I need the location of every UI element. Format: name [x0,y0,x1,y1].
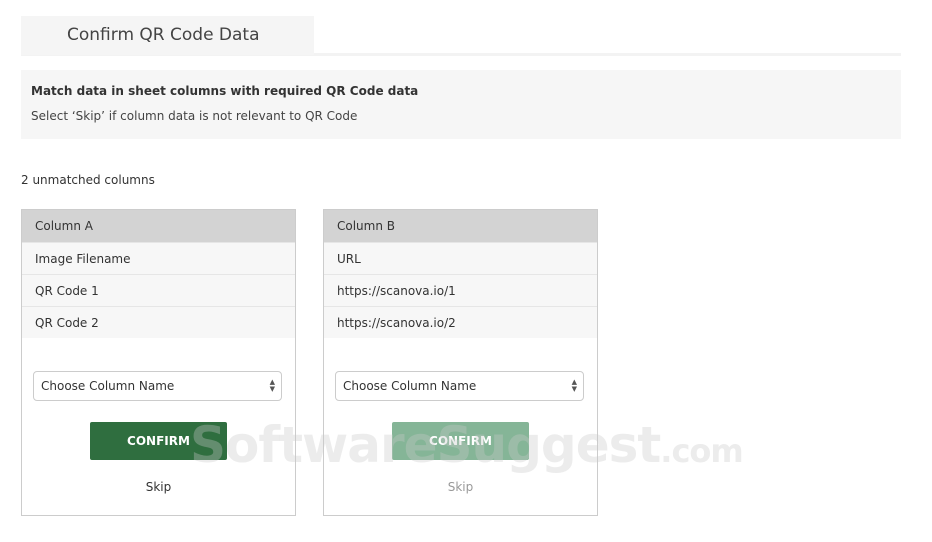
choose-column-select[interactable]: Choose Column Name ▲ ▼ [335,371,584,401]
watermark-suffix: .com [660,432,743,470]
column-row: URL [324,242,597,274]
select-arrows-icon: ▲ ▼ [571,378,577,393]
select-value: Choose Column Name [41,379,175,393]
info-heading: Match data in sheet columns with require… [31,84,419,98]
column-header: Column A [22,210,295,242]
unmatched-count: 2 unmatched columns [21,173,155,187]
tab-confirm-qr-code-data[interactable]: Confirm QR Code Data [21,16,314,55]
skip-link[interactable]: Skip [22,480,295,494]
column-card-b: Column B URL https://scanova.io/1 https:… [323,209,598,516]
tab-bar: Confirm QR Code Data [21,16,901,56]
info-subtext: Select ‘Skip’ if column data is not rele… [31,109,358,123]
column-row: QR Code 1 [22,274,295,306]
confirm-button[interactable]: CONFIRM [90,422,227,460]
select-arrows-icon: ▲ ▼ [269,378,275,393]
column-row: https://scanova.io/2 [324,306,597,338]
column-row: QR Code 2 [22,306,295,338]
choose-column-select[interactable]: Choose Column Name ▲ ▼ [33,371,282,401]
column-header: Column B [324,210,597,242]
select-value: Choose Column Name [343,379,477,393]
skip-link-disabled[interactable]: Skip [324,480,597,494]
column-row: https://scanova.io/1 [324,274,597,306]
column-card-a: Column A Image Filename QR Code 1 QR Cod… [21,209,296,516]
column-row: Image Filename [22,242,295,274]
confirm-button-disabled[interactable]: CONFIRM [392,422,529,460]
info-panel: Match data in sheet columns with require… [21,70,901,139]
